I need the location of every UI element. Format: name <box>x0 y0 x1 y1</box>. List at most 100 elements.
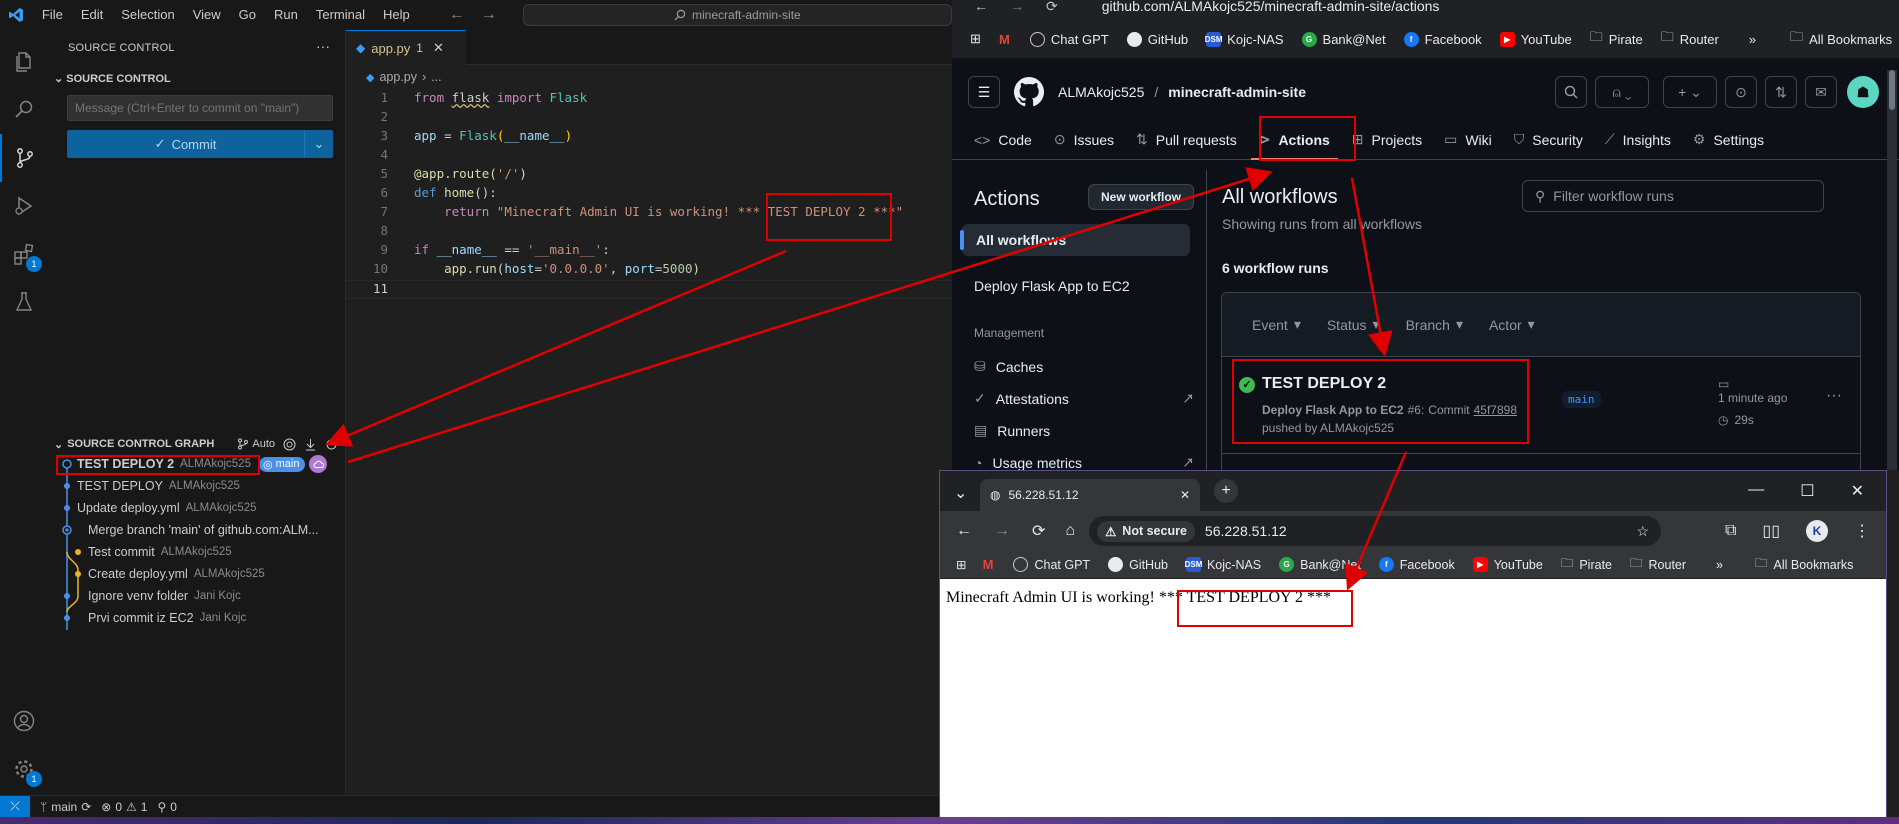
code-line[interactable]: 9 if __name__ == '__main__': <box>346 242 609 261</box>
bookmark-github[interactable]: GitHub <box>1108 557 1168 572</box>
apps-grid-icon[interactable]: ⊞ <box>970 31 981 47</box>
code-line[interactable]: 4 <box>346 147 388 166</box>
forward-arrow-icon[interactable]: → <box>994 522 1010 540</box>
forward-arrow-icon[interactable]: → <box>1010 0 1024 14</box>
extensions-icon[interactable]: ⧉ <box>1725 522 1736 540</box>
gmail-bookmark[interactable]: M <box>980 557 995 572</box>
search-activity-icon[interactable] <box>0 86 48 134</box>
code-line[interactable]: 8 <box>346 223 388 242</box>
remote-indicator-icon[interactable]: ⤫ <box>0 795 30 818</box>
github-address[interactable]: github.com/ALMAkojc525/minecraft-admin-s… <box>1102 0 1440 14</box>
code-line[interactable]: 1 from flask import Flask <box>346 90 587 109</box>
tab-wiki[interactable]: ▭ Wiki <box>1444 131 1492 148</box>
tab-search-chevron-icon[interactable]: ⌄ <box>954 483 967 503</box>
source-control-icon[interactable] <box>0 134 48 182</box>
kebab-menu-icon[interactable]: ··· <box>1826 387 1842 405</box>
back-arrow-icon[interactable]: ← <box>449 6 465 24</box>
command-center-search[interactable]: minecraft-admin-site <box>522 4 952 26</box>
explorer-icon[interactable] <box>0 38 48 86</box>
all-workflows-selected[interactable]: All workflows <box>960 224 1190 256</box>
tab-app-py[interactable]: ◆ app.py 1 ✕ <box>346 30 466 65</box>
target-icon[interactable] <box>283 438 296 451</box>
code-line[interactable]: 3 app = Flask(__name__) <box>346 128 572 147</box>
bookmark-facebook[interactable]: f Facebook <box>1403 31 1482 47</box>
source-control-section-header[interactable]: ⌄ SOURCE CONTROL <box>54 72 171 85</box>
close-window-icon[interactable]: ✕ <box>1851 481 1864 501</box>
all-bookmarks[interactable]: 🗀 All Bookmarks <box>1790 28 1892 50</box>
tab-code[interactable]: <> Code <box>974 132 1032 148</box>
reading-list-icon[interactable]: ▯▯ <box>1762 521 1780 541</box>
close-icon[interactable]: ✕ <box>433 40 444 56</box>
status-branch[interactable]: ᛘ main ⟳ <box>40 800 91 814</box>
tab-pull-requests[interactable]: ⇅ Pull requests <box>1136 131 1237 148</box>
menu-selection[interactable]: Selection <box>112 0 183 30</box>
code-line[interactable]: 6 def home(): <box>346 185 496 204</box>
menu-edit[interactable]: Edit <box>72 0 112 30</box>
caches-link[interactable]: ⛁ Caches <box>974 358 1043 375</box>
commit-main[interactable]: ✓ Commit <box>67 130 305 158</box>
pull-requests-icon[interactable]: ⇅ <box>1765 76 1797 108</box>
filter-actor[interactable]: Actor ▾ <box>1489 316 1535 333</box>
extensions-icon[interactable]: 1 <box>0 230 48 278</box>
usage-metrics-link[interactable]: ◔ Usage metrics ↗ <box>974 454 1194 471</box>
status-problems[interactable]: ⊗ 0 ⚠ 1 <box>101 800 147 814</box>
runners-link[interactable]: ▤ Runners <box>974 422 1050 439</box>
bookmark-kojc-nas[interactable]: DSM Kojc-NAS <box>1185 557 1261 572</box>
graph-commit-row[interactable]: Update deploy.yml ALMAkojc525 <box>48 497 346 519</box>
run-branch-badge[interactable]: main <box>1562 391 1601 408</box>
graph-auto-toggle[interactable]: Auto <box>237 438 275 450</box>
testing-flask-icon[interactable] <box>0 278 48 326</box>
not-secure-chip[interactable]: ⚠ Not secure <box>1097 520 1195 542</box>
new-tab-icon[interactable]: + <box>1214 479 1238 503</box>
more-bookmarks-icon[interactable]: » <box>1749 32 1756 47</box>
commit-dropdown-chevron-icon[interactable]: ⌄ <box>305 130 333 158</box>
repo-owner[interactable]: ALMAkojc525 <box>1058 84 1144 100</box>
bookmark-chatgpt[interactable]: Chat GPT <box>1029 31 1109 47</box>
filter-event[interactable]: Event ▾ <box>1252 316 1301 333</box>
tab-issues[interactable]: ⊙ Issues <box>1054 131 1114 148</box>
commit-button[interactable]: ✓ Commit ⌄ <box>67 130 333 158</box>
copilot-icon[interactable]: ⍝ ⌄ <box>1595 76 1649 108</box>
graph-commit-row[interactable]: Create deploy.yml ALMAkojc525 <box>48 563 346 585</box>
back-arrow-icon[interactable]: ← <box>956 522 972 540</box>
kebab-menu-icon[interactable]: ⋮ <box>1854 521 1870 541</box>
graph-commit-row[interactable]: Prvi commit iz EC2 Jani Kojc <box>48 607 346 629</box>
code-line[interactable]: 10 app.run(host='0.0.0.0', port=5000) <box>346 261 700 280</box>
bookmark-facebook[interactable]: f Facebook <box>1378 557 1455 572</box>
issues-icon[interactable]: ⊙ <box>1725 76 1757 108</box>
minimize-icon[interactable]: — <box>1748 481 1764 501</box>
reload-icon[interactable]: ⟳ <box>1046 0 1058 15</box>
graph-commit-row[interactable]: Test commit ALMAkojc525 <box>48 541 346 563</box>
graph-commit-row[interactable]: TEST DEPLOY 2 ALMAkojc525 ◎ main <box>48 453 346 475</box>
scrollbar[interactable] <box>1887 70 1897 470</box>
more-actions-icon[interactable]: ··· <box>316 38 330 54</box>
filter-runs-input[interactable]: ⚲ Filter workflow runs <box>1522 180 1824 212</box>
bookmark-github[interactable]: GitHub <box>1126 31 1188 47</box>
back-arrow-icon[interactable]: ← <box>974 0 988 14</box>
graph-section-header[interactable]: ⌄ SOURCE CONTROL GRAPH Auto <box>54 434 346 454</box>
close-tab-icon[interactable]: ✕ <box>1180 488 1190 502</box>
tab-settings[interactable]: ⚙ Settings <box>1693 131 1764 148</box>
workflow-run-row[interactable]: ✓ TEST DEPLOY 2 Deploy Flask App to EC2 … <box>1222 357 1860 453</box>
all-bookmarks[interactable]: 🗀 All Bookmarks <box>1755 554 1853 575</box>
gmail-bookmark[interactable]: M <box>997 32 1012 47</box>
menu-file[interactable]: File <box>33 0 72 30</box>
github-logo-icon[interactable] <box>1014 77 1044 107</box>
breadcrumb-file[interactable]: app.py <box>379 70 417 84</box>
address-bar[interactable]: ⚠ Not secure 56.228.51.12 ☆ <box>1089 516 1662 546</box>
browser-tab[interactable]: ◍ 56.228.51.12 ✕ <box>980 479 1200 511</box>
status-ports[interactable]: ⚲ 0 <box>157 800 176 814</box>
commit-message-input[interactable] <box>67 95 333 121</box>
fetch-icon[interactable] <box>304 438 317 451</box>
maximize-icon[interactable]: ☐ <box>1800 481 1814 501</box>
bookmark-youtube[interactable]: ▶ YouTube <box>1472 557 1543 572</box>
menu-terminal[interactable]: Terminal <box>307 0 374 30</box>
home-icon[interactable]: ⌂ <box>1065 522 1075 540</box>
tab-insights[interactable]: ⟋ Insights <box>1605 131 1671 148</box>
code-line[interactable]: 2 <box>346 109 388 128</box>
graph-commit-row[interactable]: Merge branch 'main' of github.com:ALM... <box>48 519 346 541</box>
apps-grid-icon[interactable]: ⊞ <box>956 557 966 572</box>
run-commit-sha[interactable]: 45f7898 <box>1474 403 1517 417</box>
graph-commit-row[interactable]: TEST DEPLOY ALMAkojc525 <box>48 475 346 497</box>
scrollbar-thumb[interactable] <box>1889 70 1895 110</box>
